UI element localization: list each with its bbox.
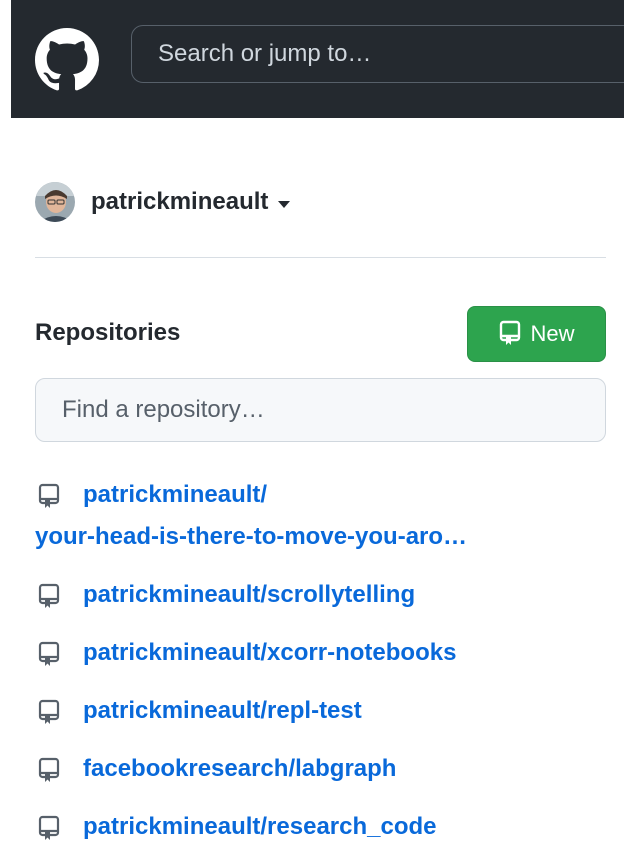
- list-item: patrickmineault/xcorr-notebooks: [35, 632, 624, 674]
- search-input[interactable]: Search or jump to…: [131, 25, 624, 83]
- search-placeholder: Search or jump to…: [158, 40, 372, 67]
- github-mark-icon[interactable]: [35, 28, 99, 92]
- top-header: Search or jump to…: [11, 0, 624, 118]
- list-item: facebookresearch/labgraph: [35, 748, 624, 790]
- list-item: patrickmineault/scrollytelling: [35, 574, 624, 616]
- account-switcher[interactable]: patrickmineault: [35, 182, 291, 222]
- repository-link[interactable]: patrickmineault/repl-test: [83, 697, 362, 724]
- caret-down-icon: [278, 200, 291, 208]
- repo-icon: [38, 815, 60, 840]
- user-avatar: [35, 182, 75, 222]
- repo-icon: [38, 757, 60, 782]
- repository-link[interactable]: facebookresearch/labgraph: [83, 755, 396, 782]
- repository-link[interactable]: patrickmineault/xcorr-notebooks: [83, 639, 456, 666]
- list-item: patrickmineault/repl-test: [35, 690, 624, 732]
- repository-link[interactable]: patrickmineault/scrollytelling: [83, 581, 415, 608]
- list-item: patrickmineault/research_code: [35, 806, 624, 841]
- username: patrickmineault: [91, 188, 269, 215]
- repo-icon: [38, 641, 60, 666]
- page: Search or jump to… patrickmineault Repos…: [0, 0, 624, 841]
- find-repository-input[interactable]: [35, 378, 606, 442]
- repository-list: patrickmineault/ your-head-is-there-to-m…: [35, 474, 624, 841]
- repo-icon: [38, 483, 60, 508]
- repo-icon: [38, 699, 60, 724]
- list-item: patrickmineault/ your-head-is-there-to-m…: [35, 474, 624, 558]
- repository-link-line2: your-head-is-there-to-move-you-aro…: [35, 523, 468, 550]
- new-button-label: New: [530, 321, 575, 346]
- repositories-heading: Repositories: [35, 319, 181, 346]
- new-repository-button[interactable]: New: [467, 306, 606, 362]
- repository-link[interactable]: patrickmineault/research_code: [83, 813, 437, 840]
- repository-link-line1: patrickmineault/: [83, 481, 268, 508]
- repo-icon: [38, 583, 60, 608]
- repository-link[interactable]: patrickmineault/ your-head-is-there-to-m…: [35, 474, 624, 558]
- divider: [35, 257, 606, 258]
- repo-icon: [500, 320, 521, 345]
